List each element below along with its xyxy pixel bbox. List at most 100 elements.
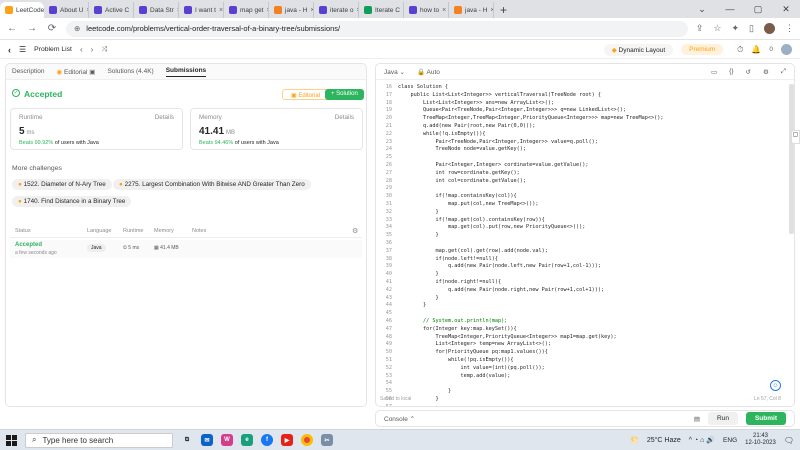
taskbar-search-input[interactable]: ⌕ Type here to search (25, 432, 173, 448)
tab-description[interactable]: Description (12, 68, 45, 75)
row-status[interactable]: Accepted (15, 242, 42, 248)
extensions-icon[interactable]: ✦ (732, 23, 740, 34)
code-line[interactable]: for(Integer key:map.keySet()){ (398, 326, 517, 334)
code-line[interactable]: q.add(new Pair(node.right,new Pair(row+1… (398, 287, 604, 295)
table-row[interactable]: Accepted a few seconds ago Java ⏲ 5 ms ▦… (10, 240, 362, 258)
reload-icon[interactable]: ⟳ (46, 23, 58, 34)
code-line[interactable]: if(!map.containsKey(col)){ (398, 193, 516, 201)
reset-icon[interactable]: ↺ (746, 68, 751, 76)
tray-icons[interactable]: ^ ◔ ⌂ 🔊 (689, 436, 715, 444)
profile-avatar[interactable] (764, 23, 775, 34)
code-line[interactable]: if(node.right!=null){ (398, 279, 501, 287)
windows-start-icon[interactable] (6, 434, 17, 446)
back-icon[interactable]: ← (6, 23, 18, 34)
code-line[interactable]: public List<List<Integer>> verticalTrave… (398, 92, 601, 100)
dynamic-layout-button[interactable]: ◆ Dynamic Layout (603, 43, 674, 56)
editor-scrollbar[interactable] (789, 84, 794, 234)
tab-solutions[interactable]: Solutions (4.4K) (107, 68, 153, 75)
auto-mode[interactable]: 🔒 Auto (417, 68, 440, 76)
bookmark-icon[interactable]: ▭ (711, 68, 717, 76)
add-solution-button[interactable]: + Solution (325, 89, 364, 100)
code-line[interactable]: q.add(new Pair(node.left,new Pair(row+1,… (398, 263, 601, 271)
code-line[interactable]: List<Integer> temp=new ArrayList<>(); (398, 341, 551, 349)
browser-tab[interactable]: java - H× (269, 2, 314, 18)
col-language[interactable]: Language (87, 228, 111, 234)
chrome-app-icon[interactable] (301, 434, 313, 446)
code-line[interactable]: } (398, 295, 438, 303)
code-line[interactable]: TreeNode node=value.getKey(); (398, 146, 526, 154)
code-line[interactable]: } (398, 388, 451, 396)
clock[interactable]: 21:43 12-10-2023 (745, 433, 776, 447)
side-help-tab[interactable]: ▢ (791, 130, 800, 144)
tab-submissions[interactable]: Submissions (165, 67, 207, 77)
run-button[interactable]: Run (708, 412, 738, 425)
snipping-tool-icon[interactable]: ✂ (321, 434, 333, 446)
col-status[interactable]: Status (15, 228, 31, 234)
submit-button[interactable]: Submit (745, 412, 786, 425)
browser-tab[interactable]: java - H× (449, 2, 494, 18)
code-format-icon[interactable]: {} (729, 68, 733, 75)
code-area[interactable]: 16 class Solution {17 public List<List<In… (376, 81, 786, 406)
code-line[interactable]: TreeMap<Integer,PriorityQueue<Integer>> … (398, 334, 616, 342)
notification-center-icon[interactable]: 🗨 (784, 436, 794, 445)
sidepanel-icon[interactable]: ▯ (749, 23, 754, 34)
code-line[interactable]: if(!map.get(col).containsKey(row)){ (398, 217, 544, 225)
bookmark-star-icon[interactable]: ☆ (713, 23, 721, 34)
browser-tab[interactable]: About U× (44, 2, 89, 18)
code-line[interactable]: while(!q.isEmpty()){ (398, 131, 485, 139)
task-view-icon[interactable]: ⧉ (181, 434, 193, 446)
leetcode-logo[interactable]: ‹ (8, 45, 11, 55)
close-tab-icon[interactable]: × (442, 7, 446, 14)
code-line[interactable]: int row=cordinate.getKey(); (398, 170, 519, 178)
teams-app-icon[interactable]: W (221, 434, 233, 446)
problem-list-link[interactable]: Problem List (34, 46, 72, 53)
window-dropdown-icon[interactable]: ⌄ (688, 4, 716, 15)
code-line[interactable]: } (398, 232, 438, 240)
code-line[interactable]: temp.add(value); (398, 373, 510, 381)
code-line[interactable]: for(PriorityQueue pq:map1.values()){ (398, 349, 547, 357)
code-line[interactable]: // System.out.println(map); (398, 318, 507, 326)
user-avatar[interactable] (781, 44, 792, 55)
notes-icon[interactable]: ▤ (694, 415, 700, 423)
code-line[interactable]: } (398, 302, 426, 310)
code-line[interactable]: map.get(col).put(row,new PriorityQueue<>… (398, 224, 585, 232)
share-icon[interactable]: ⇪ (696, 23, 704, 34)
shuffle-icon[interactable]: ⤨ (101, 46, 107, 54)
code-line[interactable]: Pair<Integer,Integer> cordinate=value.ge… (398, 162, 588, 170)
memory-details-link[interactable]: Details (335, 114, 354, 121)
maximize-icon[interactable]: ▢ (744, 4, 772, 15)
challenge-chip[interactable]: ● 2275. Largest Combination With Bitwise… (113, 179, 311, 190)
code-line[interactable]: map.put(col,new TreeMap<>()); (398, 201, 539, 209)
language-select[interactable]: Java ⌄ (384, 68, 405, 76)
settings-gear-icon[interactable]: ⚙ (352, 227, 358, 235)
browser-tab[interactable]: map get× (224, 2, 269, 18)
close-window-icon[interactable]: ✕ (772, 4, 800, 15)
edge-app-icon[interactable]: e (241, 434, 253, 446)
console-toggle[interactable]: Console ⌃ (384, 415, 415, 423)
language-indicator[interactable]: ENG (723, 437, 737, 444)
challenge-chip[interactable]: ● 1740. Find Distance in a Binary Tree (12, 196, 132, 207)
code-line[interactable]: } (398, 209, 438, 217)
code-line[interactable]: Pair<TreeNode,Pair<Integer,Integer>> val… (398, 139, 597, 147)
code-line[interactable]: class Solution { (398, 84, 448, 92)
memory-card[interactable]: Memory Details 41.41 MB Beats 94.46% of u… (190, 108, 363, 150)
browser-tab[interactable]: Data Str× (134, 2, 179, 18)
timer-icon[interactable]: ⏱ (737, 45, 743, 55)
code-settings-icon[interactable]: ⚙ (763, 68, 769, 76)
tab-editorial[interactable]: ◉ Editorial ▣ (57, 68, 96, 76)
code-line[interactable]: map.get(col).get(row).add(node.val); (398, 248, 547, 256)
challenge-chip[interactable]: ● 1522. Diameter of N-Ary Tree (12, 179, 112, 190)
code-line[interactable]: int value=(int)(pq.poll()); (398, 365, 544, 373)
runtime-card[interactable]: Runtime Details 5 ms Beats 99.92% of user… (10, 108, 183, 150)
close-tab-icon[interactable]: × (219, 7, 223, 14)
code-line[interactable]: q.add(new Pair(root,new Pair(0,0))); (398, 123, 535, 131)
code-line[interactable]: int col=cordinate.getValue(); (398, 178, 526, 186)
fullscreen-icon[interactable]: ⤢ (781, 68, 786, 76)
browser-tab[interactable]: Active C× (89, 2, 134, 18)
feedback-icon[interactable]: ☺ (770, 380, 781, 391)
next-problem-icon[interactable]: › (91, 45, 94, 54)
browser-tab[interactable]: I want t × (179, 2, 224, 18)
browser-menu-icon[interactable]: ⋮ (785, 23, 794, 34)
youtube-app-icon[interactable]: ▶ (281, 434, 293, 446)
mail-app-icon[interactable]: ✉ (201, 434, 213, 446)
